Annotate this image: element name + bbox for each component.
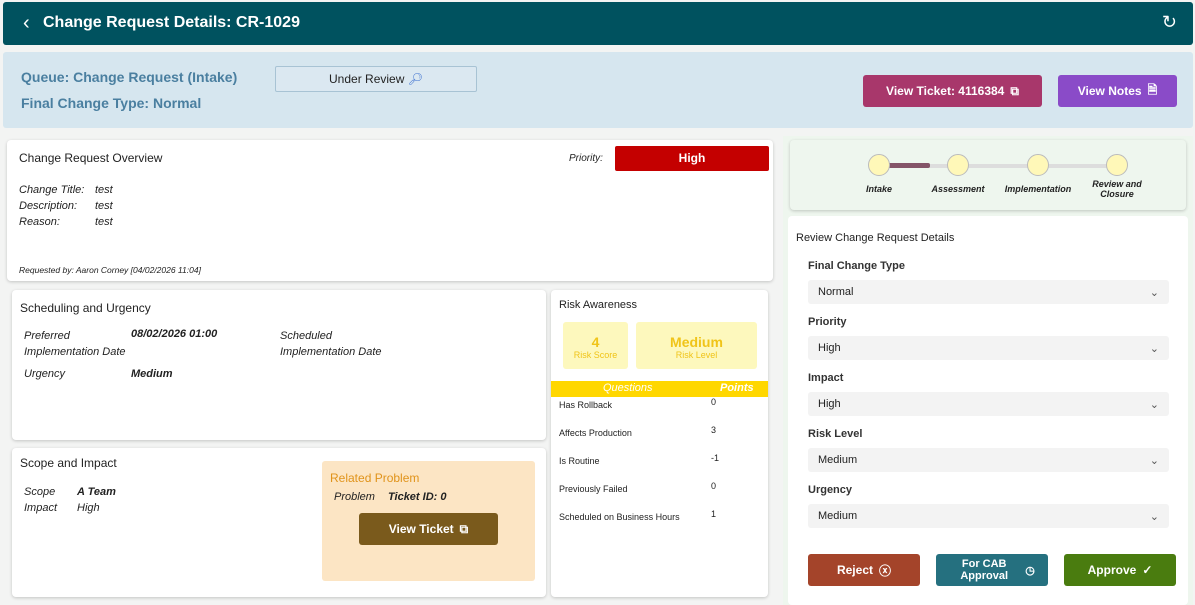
urgency-value: Medium xyxy=(131,368,173,380)
risk-table: Has Rollback 0 Affects Production 3 Is Rou… xyxy=(559,397,759,540)
review-field: Priority High ⌄ xyxy=(808,316,1169,372)
field-select[interactable]: Medium ⌄ xyxy=(808,504,1169,528)
overview-card: Change Request Overview Priority: High C… xyxy=(7,140,773,281)
chevron-down-icon: ⌄ xyxy=(1149,342,1159,355)
scheduled-label: Scheduled Implementation Date xyxy=(280,330,382,358)
priority-label: Priority: xyxy=(569,153,603,164)
view-problem-ticket-button[interactable]: View Ticket ⧉ xyxy=(359,513,498,545)
related-problem-panel: Related Problem Problem Ticket ID: 0 Vie… xyxy=(322,461,535,581)
preferred-value: 08/02/2026 01:00 xyxy=(131,328,218,340)
table-row: Affects Production 3 xyxy=(559,425,717,438)
table-row: Previously Failed 0 xyxy=(559,481,717,494)
preferred-label: Preferred Implementation Date xyxy=(24,330,126,358)
problem-ticket-id: Ticket ID: 0 xyxy=(388,491,447,503)
risk-title: Risk Awareness xyxy=(559,299,638,311)
summary-band: Queue: Change Request (Intake) Final Cha… xyxy=(3,52,1193,128)
scheduling-card: Scheduling and Urgency Preferred Impleme… xyxy=(12,290,546,440)
review-form: Review Change Request Details Final Chan… xyxy=(788,216,1188,605)
field-select[interactable]: High ⌄ xyxy=(808,392,1169,416)
scope-label: Scope xyxy=(24,486,56,498)
x-circle-icon: ⓧ xyxy=(879,563,892,578)
clock-icon: ◷ xyxy=(1025,564,1035,577)
requested-by: Requested by: Aaron Corney [04/02/2026 1… xyxy=(19,265,201,275)
scheduling-title: Scheduling and Urgency xyxy=(20,301,151,315)
field-label: Priority xyxy=(808,316,847,328)
overview-fields: Change Title: test Description: test Reaso… xyxy=(19,184,113,228)
field-label: Urgency xyxy=(808,484,853,496)
scope-card: Scope and Impact Scope A Team Impact Hig… xyxy=(12,448,546,597)
approve-button[interactable]: Approve ✓ xyxy=(1064,554,1176,586)
queue-label: Queue: Change Request (Intake) xyxy=(21,69,238,85)
review-field: Risk Level Medium ⌄ xyxy=(808,428,1169,484)
chevron-down-icon: ⌄ xyxy=(1149,510,1159,523)
review-title: Review Change Request Details xyxy=(796,232,955,244)
reject-button[interactable]: Reject ⓧ xyxy=(808,554,920,586)
impact-value: High xyxy=(77,502,100,514)
scope-title: Scope and Impact xyxy=(20,456,117,470)
risk-table-header: Questions Points xyxy=(551,381,768,397)
search-icon: 🔎︎ xyxy=(407,72,423,86)
external-link-icon: ⧉ xyxy=(1010,83,1019,98)
check-circle-icon: ✓ xyxy=(1142,563,1153,577)
review-field: Urgency Medium ⌄ xyxy=(808,484,1169,540)
status-text: Under Review xyxy=(329,72,405,86)
progress-tracker: Intake Assessment Implementation Review … xyxy=(790,140,1186,210)
view-notes-button[interactable]: View Notes 🗎 xyxy=(1058,75,1177,107)
field-label: Final Change Type xyxy=(808,260,905,272)
risk-card: Risk Awareness 4 Risk Score Medium Risk Le… xyxy=(551,290,768,597)
risk-score-tile: 4 Risk Score xyxy=(563,322,628,369)
chevron-down-icon: ⌄ xyxy=(1149,398,1159,411)
field-select[interactable]: Medium ⌄ xyxy=(808,448,1169,472)
step-intake-circle xyxy=(868,154,890,176)
app-header: ‹ Change Request Details: CR-1029 ↻ xyxy=(3,2,1193,45)
step-label: Intake xyxy=(865,184,892,194)
step-implementation-circle xyxy=(1027,154,1049,176)
progress-fill xyxy=(886,163,930,168)
field-select[interactable]: High ⌄ xyxy=(808,336,1169,360)
right-panel: Intake Assessment Implementation Review … xyxy=(783,136,1193,605)
step-review-circle xyxy=(1106,154,1128,176)
review-field: Impact High ⌄ xyxy=(808,372,1169,428)
step-assessment-circle xyxy=(947,154,969,176)
view-ticket-button[interactable]: View Ticket: 4116384 ⧉ xyxy=(863,75,1042,107)
status-badge[interactable]: Under Review 🔎︎ xyxy=(275,66,477,92)
field-select[interactable]: Normal ⌄ xyxy=(808,280,1169,304)
chevron-down-icon: ⌄ xyxy=(1149,454,1159,467)
risk-level-tile: Medium Risk Level xyxy=(636,322,757,369)
impact-label: Impact xyxy=(24,502,58,514)
step-label: Implementation xyxy=(1004,184,1072,194)
cab-approval-button[interactable]: For CAB Approval ◷ xyxy=(936,554,1048,586)
table-row: Is Routine -1 xyxy=(559,453,720,466)
related-problem-title: Related Problem xyxy=(330,471,420,485)
review-field: Final Change Type Normal ⌄ xyxy=(808,260,1169,316)
field-label: Impact xyxy=(808,372,844,384)
scope-value: A Team xyxy=(77,486,116,498)
chevron-down-icon: ⌄ xyxy=(1149,286,1159,299)
step-label: Review and Closure xyxy=(1092,179,1142,199)
table-row: Scheduled on Business Hours 1 xyxy=(559,509,717,522)
overview-title: Change Request Overview xyxy=(19,151,163,165)
priority-badge: High xyxy=(615,146,769,171)
step-label: Assessment xyxy=(931,184,985,194)
problem-label: Problem xyxy=(334,491,375,503)
final-type-label: Final Change Type: Normal xyxy=(21,95,202,111)
back-icon[interactable]: ‹ xyxy=(23,12,30,35)
document-icon: 🗎 xyxy=(1147,82,1158,97)
urgency-label: Urgency xyxy=(24,368,65,380)
external-link-icon: ⧉ xyxy=(459,521,469,536)
table-row: Has Rollback 0 xyxy=(559,397,717,410)
field-label: Risk Level xyxy=(808,428,863,440)
page-title: Change Request Details: CR-1029 xyxy=(43,14,300,31)
refresh-icon[interactable]: ↻ xyxy=(1162,12,1177,33)
